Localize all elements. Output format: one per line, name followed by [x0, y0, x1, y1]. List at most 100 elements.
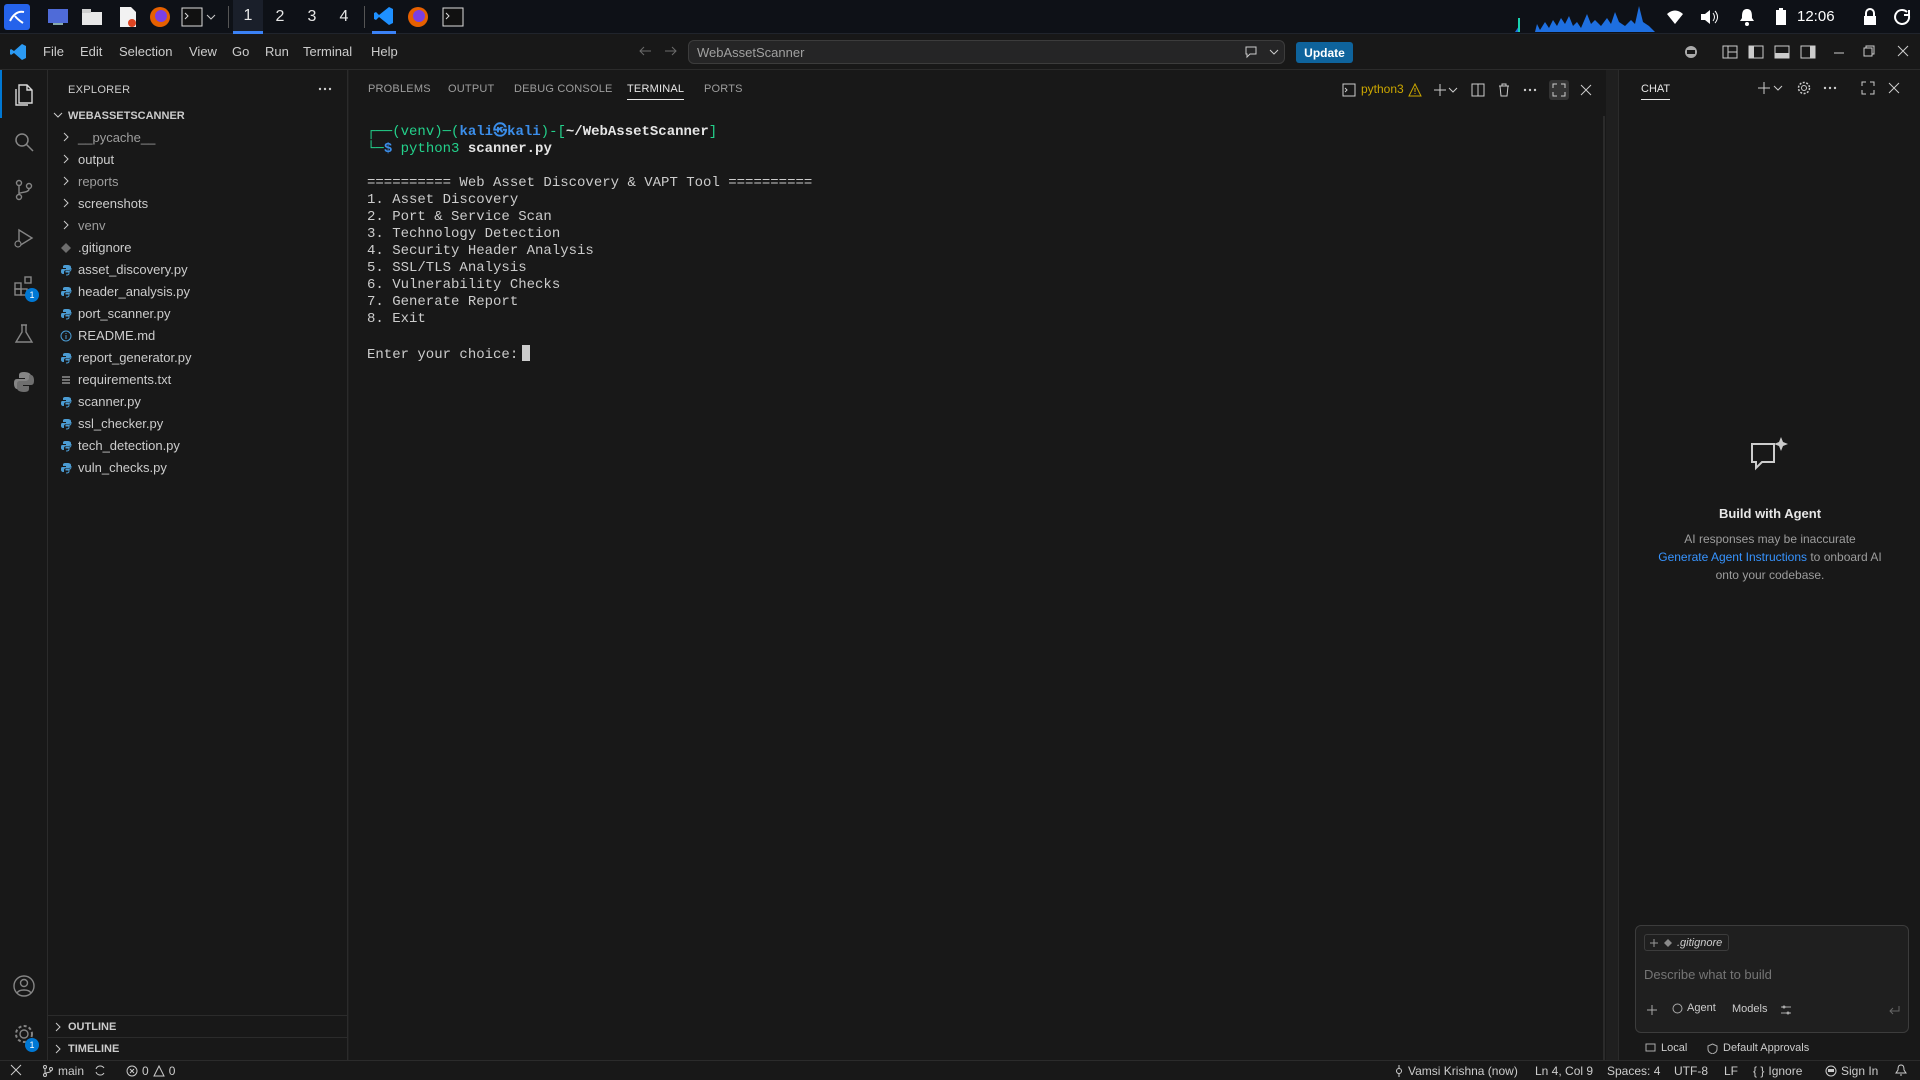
folder-screenshots[interactable]: screenshots	[48, 193, 348, 215]
sign-in[interactable]: Sign In	[1825, 1064, 1878, 1078]
workspace-3[interactable]: 3	[297, 0, 327, 34]
minimize-icon[interactable]	[1832, 44, 1846, 60]
menu-file[interactable]: File	[43, 44, 64, 59]
file-tech-detection[interactable]: tech_detection.py	[48, 435, 348, 457]
manage-gear-icon[interactable]: 1	[0, 1010, 48, 1058]
folder-pycache[interactable]: __pycache__	[48, 127, 348, 149]
generate-instructions-link[interactable]: Generate Agent Instructions	[1658, 550, 1807, 564]
maximize-chat-icon[interactable]	[1861, 81, 1875, 95]
problems-indicator[interactable]: 00	[126, 1064, 175, 1078]
chat-prompt-input[interactable]	[1644, 964, 1900, 984]
new-chat-plus-icon[interactable]	[1757, 81, 1771, 95]
file-gitignore[interactable]: .gitignore	[48, 237, 348, 259]
toggle-panel-icon[interactable]	[1774, 44, 1790, 60]
terminal-launcher-icon[interactable]	[180, 5, 204, 29]
git-blame[interactable]: Vamsi Krishna (now)	[1394, 1064, 1518, 1078]
tools-sliders-icon[interactable]	[1780, 1004, 1792, 1016]
files-icon[interactable]	[80, 5, 104, 29]
close-chat-icon[interactable]	[1888, 82, 1900, 94]
folder-reports[interactable]: reports	[48, 171, 348, 193]
firefox-icon[interactable]	[148, 5, 172, 29]
terminal-output[interactable]: ┌──(venv)─(kali㉿kali)-[~/WebAssetScanner…	[367, 124, 812, 363]
file-requirements[interactable]: requirements.txt	[48, 369, 348, 391]
source-control-icon[interactable]	[0, 166, 48, 214]
command-center-search[interactable]: WebAssetScanner	[688, 40, 1285, 64]
menu-terminal[interactable]: Terminal	[303, 44, 352, 59]
extensions-icon[interactable]: 1	[0, 262, 48, 310]
forward-arrow-icon[interactable]	[664, 44, 678, 58]
chevron-down-icon[interactable]	[204, 5, 218, 29]
testing-flask-icon[interactable]	[0, 310, 48, 358]
more-actions-icon[interactable]	[318, 82, 332, 96]
menu-run[interactable]: Run	[265, 44, 289, 59]
tab-problems[interactable]: PROBLEMS	[368, 83, 431, 95]
search-icon[interactable]	[0, 118, 48, 166]
terminal-instance-name[interactable]: python3	[1361, 82, 1404, 96]
firefox-window-icon[interactable]	[406, 5, 430, 29]
add-attachment-plus-icon[interactable]	[1646, 1004, 1658, 1016]
language-mode[interactable]: { } Ignore	[1753, 1064, 1802, 1078]
cursor-position[interactable]: Ln 4, Col 9	[1535, 1064, 1593, 1078]
tab-terminal[interactable]: TERMINAL	[627, 83, 685, 100]
back-arrow-icon[interactable]	[638, 44, 652, 58]
chat-input-box[interactable]: .gitignore Agent Models	[1635, 925, 1909, 1033]
folder-output[interactable]: output	[48, 149, 348, 171]
models-picker[interactable]: Models	[1732, 1003, 1767, 1015]
accounts-icon[interactable]	[0, 962, 48, 1010]
more-actions-icon[interactable]	[1823, 81, 1837, 95]
volume-icon[interactable]	[1700, 7, 1720, 27]
power-icon[interactable]	[1893, 7, 1913, 27]
menu-selection[interactable]: Selection	[119, 44, 172, 59]
end-of-line[interactable]: LF	[1724, 1064, 1738, 1078]
approvals-picker[interactable]: Default Approvals	[1707, 1042, 1809, 1054]
context-attachment[interactable]: .gitignore	[1644, 934, 1730, 951]
explorer-icon[interactable]	[0, 70, 48, 118]
send-icon[interactable]	[1888, 1004, 1900, 1016]
indentation[interactable]: Spaces: 4	[1607, 1064, 1660, 1078]
workspace-root[interactable]: WEBASSETSCANNER	[48, 105, 348, 127]
workspace-2[interactable]: 2	[265, 0, 295, 34]
split-terminal-icon[interactable]	[1469, 81, 1487, 99]
file-readme[interactable]: README.md	[48, 325, 348, 347]
menu-go[interactable]: Go	[232, 44, 249, 59]
copilot-icon[interactable]	[1683, 44, 1699, 60]
timeline-section[interactable]: TIMELINE	[48, 1037, 348, 1059]
file-report-generator[interactable]: report_generator.py	[48, 347, 348, 369]
remote-indicator-icon[interactable]	[10, 1064, 22, 1076]
file-ssl-checker[interactable]: ssl_checker.py	[48, 413, 348, 435]
warning-icon[interactable]	[1406, 81, 1424, 99]
file-vuln-checks[interactable]: vuln_checks.py	[48, 457, 348, 479]
tab-debug-console[interactable]: DEBUG CONSOLE	[514, 83, 613, 95]
folder-venv[interactable]: venv	[48, 215, 348, 237]
outline-section[interactable]: OUTLINE	[48, 1015, 348, 1037]
agent-mode-picker[interactable]: Agent	[1672, 1002, 1716, 1014]
kali-menu-icon[interactable]	[4, 4, 30, 30]
sync-icon[interactable]	[94, 1064, 106, 1076]
vscode-window-icon[interactable]	[372, 0, 396, 34]
file-header-analysis[interactable]: header_analysis.py	[48, 281, 348, 303]
python-icon[interactable]	[0, 358, 48, 406]
chevron-down-icon[interactable]	[1447, 81, 1459, 99]
clock[interactable]: 12:06	[1797, 8, 1835, 25]
encoding[interactable]: UTF-8	[1674, 1064, 1708, 1078]
chevron-down-icon[interactable]	[1269, 47, 1279, 57]
branch-indicator[interactable]: main	[42, 1064, 84, 1078]
panel-scrollbar[interactable]	[1603, 116, 1605, 1060]
update-button[interactable]: Update	[1296, 42, 1353, 63]
local-target-picker[interactable]: Local	[1645, 1042, 1687, 1054]
tab-output[interactable]: OUTPUT	[448, 83, 494, 95]
chat-title[interactable]: CHAT	[1641, 83, 1671, 100]
workspace-1[interactable]: 1	[233, 0, 263, 34]
close-panel-icon[interactable]	[1577, 81, 1595, 99]
menu-view[interactable]: View	[189, 44, 217, 59]
text-editor-icon[interactable]	[116, 5, 140, 29]
notifications-bell-icon[interactable]	[1895, 1064, 1907, 1076]
menu-help[interactable]: Help	[371, 44, 398, 59]
terminal-window-icon[interactable]	[441, 5, 465, 29]
settings-gear-icon[interactable]	[1797, 81, 1811, 95]
more-actions-icon[interactable]	[1521, 81, 1539, 99]
lock-icon[interactable]	[1860, 7, 1880, 27]
input-prompt-line[interactable]: Enter your choice:	[367, 345, 531, 364]
toggle-sidebar-icon[interactable]	[1748, 44, 1764, 60]
trash-icon[interactable]	[1495, 81, 1513, 99]
